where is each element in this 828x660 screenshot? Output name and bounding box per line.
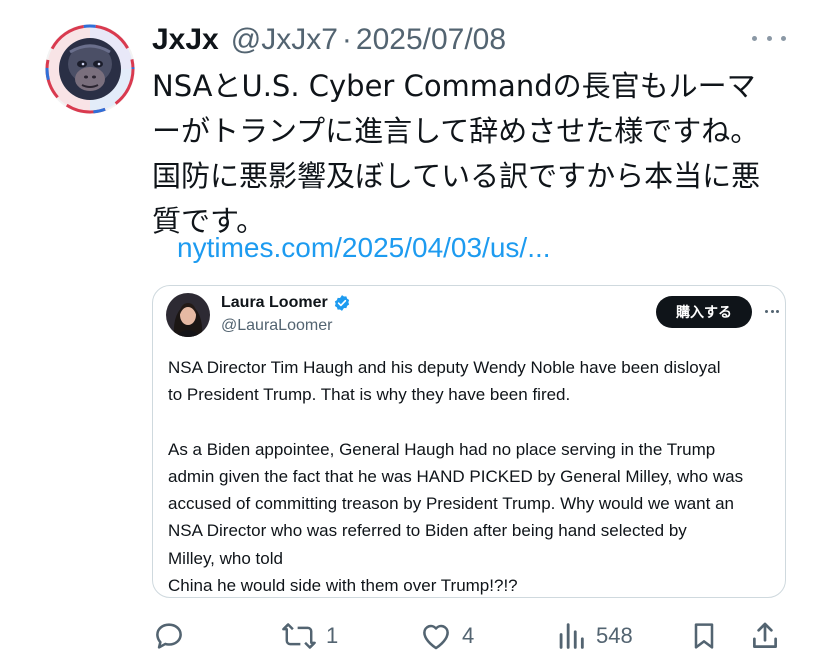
more-dot-icon [752,35,757,41]
bookmark-icon [694,623,714,649]
author-display-name[interactable]: JxJx [152,23,219,57]
ape-logo-avatar [45,24,135,114]
reply-icon [156,623,182,649]
tweet-link[interactable]: nytimes.com/2025/04/03/us/... [177,226,551,270]
more-dot-icon [781,35,786,41]
tweet-text: NSAとU.S. Cyber Commandの長官もルーマ ーがトランプに進言し… [152,64,792,244]
views-button[interactable]: 548 [554,618,633,654]
quoted-text-line: NSA Director who was referred to Biden a… [168,521,687,541]
quoted-text-line: admin given the fact that he was HAND PI… [168,466,744,486]
quoted-text-line: China he would side with them over Trump… [168,576,518,596]
quoted-author-name-row[interactable]: Laura Loomer [221,294,351,312]
quoted-text-line: to President Trump. That is why they hav… [168,385,571,405]
share-button[interactable] [748,618,782,654]
buy-button[interactable]: 購入する [656,296,752,328]
bookmark-button[interactable] [688,618,720,654]
quoted-text-line: accused of committing treason by Preside… [168,494,734,514]
heart-icon [423,624,449,650]
tweet-text-line: ーがトランプに進言して辞めさせた様ですね。 [152,114,760,148]
tweet-text-line: NSAとU.S. Cyber Commandの長官もルーマ [152,69,756,103]
reply-button[interactable] [152,618,194,654]
tweet-action-bar: 1 4 548 [152,618,792,654]
header-separator: · [341,23,352,56]
like-count: 4 [462,623,475,648]
quoted-more-options-button[interactable] [765,308,779,314]
tweet-text-line: 国防に悪影響及ぼしている訳ですから本当に悪 [152,159,761,193]
repost-icon [282,623,316,649]
quoted-author-avatar[interactable] [166,293,210,337]
quoted-text-line: Milley, who told [168,548,283,568]
quoted-author-handle[interactable]: @LauraLoomer [221,317,332,335]
author-avatar[interactable] [45,24,135,114]
verified-badge-icon [334,295,349,311]
more-options-button[interactable] [752,28,786,48]
more-dot-icon [776,309,779,313]
quoted-author-name[interactable]: Laura Loomer [221,294,328,312]
tweet-date[interactable]: 2025/07/08 [356,23,506,57]
tweet-header: JxJx @JxJx7 · 2025/07/08 [152,18,506,62]
quoted-text-line: NSA Director Tim Haugh and his deputy We… [168,358,721,377]
more-dot-icon [766,35,772,41]
quoted-text-line: As a Biden appointee, General Haugh had … [168,439,716,459]
share-icon [753,622,777,648]
views-count: 548 [596,623,633,648]
quoted-text-line [168,409,780,436]
like-button[interactable]: 4 [418,618,474,654]
views-chart-icon [559,623,584,649]
person-avatar-icon [166,293,210,337]
more-dot-icon [765,309,768,313]
repost-count: 1 [326,623,339,648]
repost-button[interactable]: 1 [280,618,338,654]
more-dot-icon [770,309,774,313]
quoted-tweet-text: NSA Director Tim Haugh and his deputy We… [168,354,780,599]
author-handle[interactable]: @JxJx7 [231,23,338,57]
